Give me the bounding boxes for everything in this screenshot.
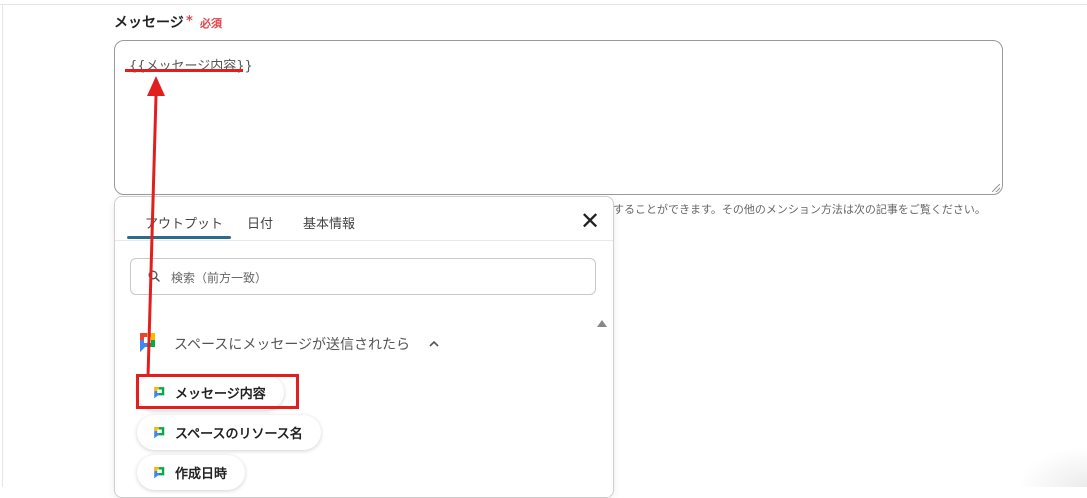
tabs-divider	[115, 240, 613, 241]
close-icon[interactable]: ✕	[578, 209, 602, 233]
message-textarea[interactable]: {{メッセージ内容}}	[114, 40, 1003, 195]
tab-date[interactable]: 日付	[247, 213, 273, 232]
output-item-created-at[interactable]: 作成日時	[137, 455, 246, 490]
google-chat-icon	[154, 426, 165, 438]
message-field-label: メッセージ	[114, 15, 184, 31]
left-divider	[2, 4, 3, 487]
search-field[interactable]	[130, 258, 596, 296]
tab-output[interactable]: アウトプット	[145, 213, 223, 232]
google-chat-icon	[154, 466, 165, 478]
scroll-up-arrow-icon[interactable]	[597, 320, 607, 327]
chevron-up-icon[interactable]	[427, 338, 441, 348]
required-badge: 必須	[200, 17, 222, 30]
google-chat-icon	[140, 333, 155, 352]
output-item-label: スペースのリソース名	[175, 427, 303, 442]
corner-shadow	[1017, 447, 1087, 487]
tab-basic-info[interactable]: 基本情報	[303, 213, 355, 232]
search-input[interactable]	[169, 259, 593, 296]
annotation-highlight-box	[136, 374, 299, 409]
required-star: *	[186, 14, 193, 29]
output-item-space-resource-name[interactable]: スペースのリソース名	[137, 415, 321, 450]
scrollbar[interactable]	[595, 332, 609, 497]
output-item-label: 作成日時	[175, 467, 228, 482]
trigger-group-label[interactable]: スペースにメッセージが送信されたら	[174, 334, 410, 354]
resize-handle[interactable]	[992, 184, 1000, 192]
annotation-underline	[125, 69, 243, 72]
variable-picker-popup: アウトプット 日付 基本情報 ✕ スペースにメッセージが送信されたら メッセージ…	[114, 196, 614, 498]
active-tab-indicator	[127, 236, 231, 239]
mention-hint-text: することができます。その他のメンション方法は次の記事をご覧ください。	[613, 203, 986, 216]
top-divider	[0, 4, 1087, 5]
search-icon	[148, 270, 160, 282]
